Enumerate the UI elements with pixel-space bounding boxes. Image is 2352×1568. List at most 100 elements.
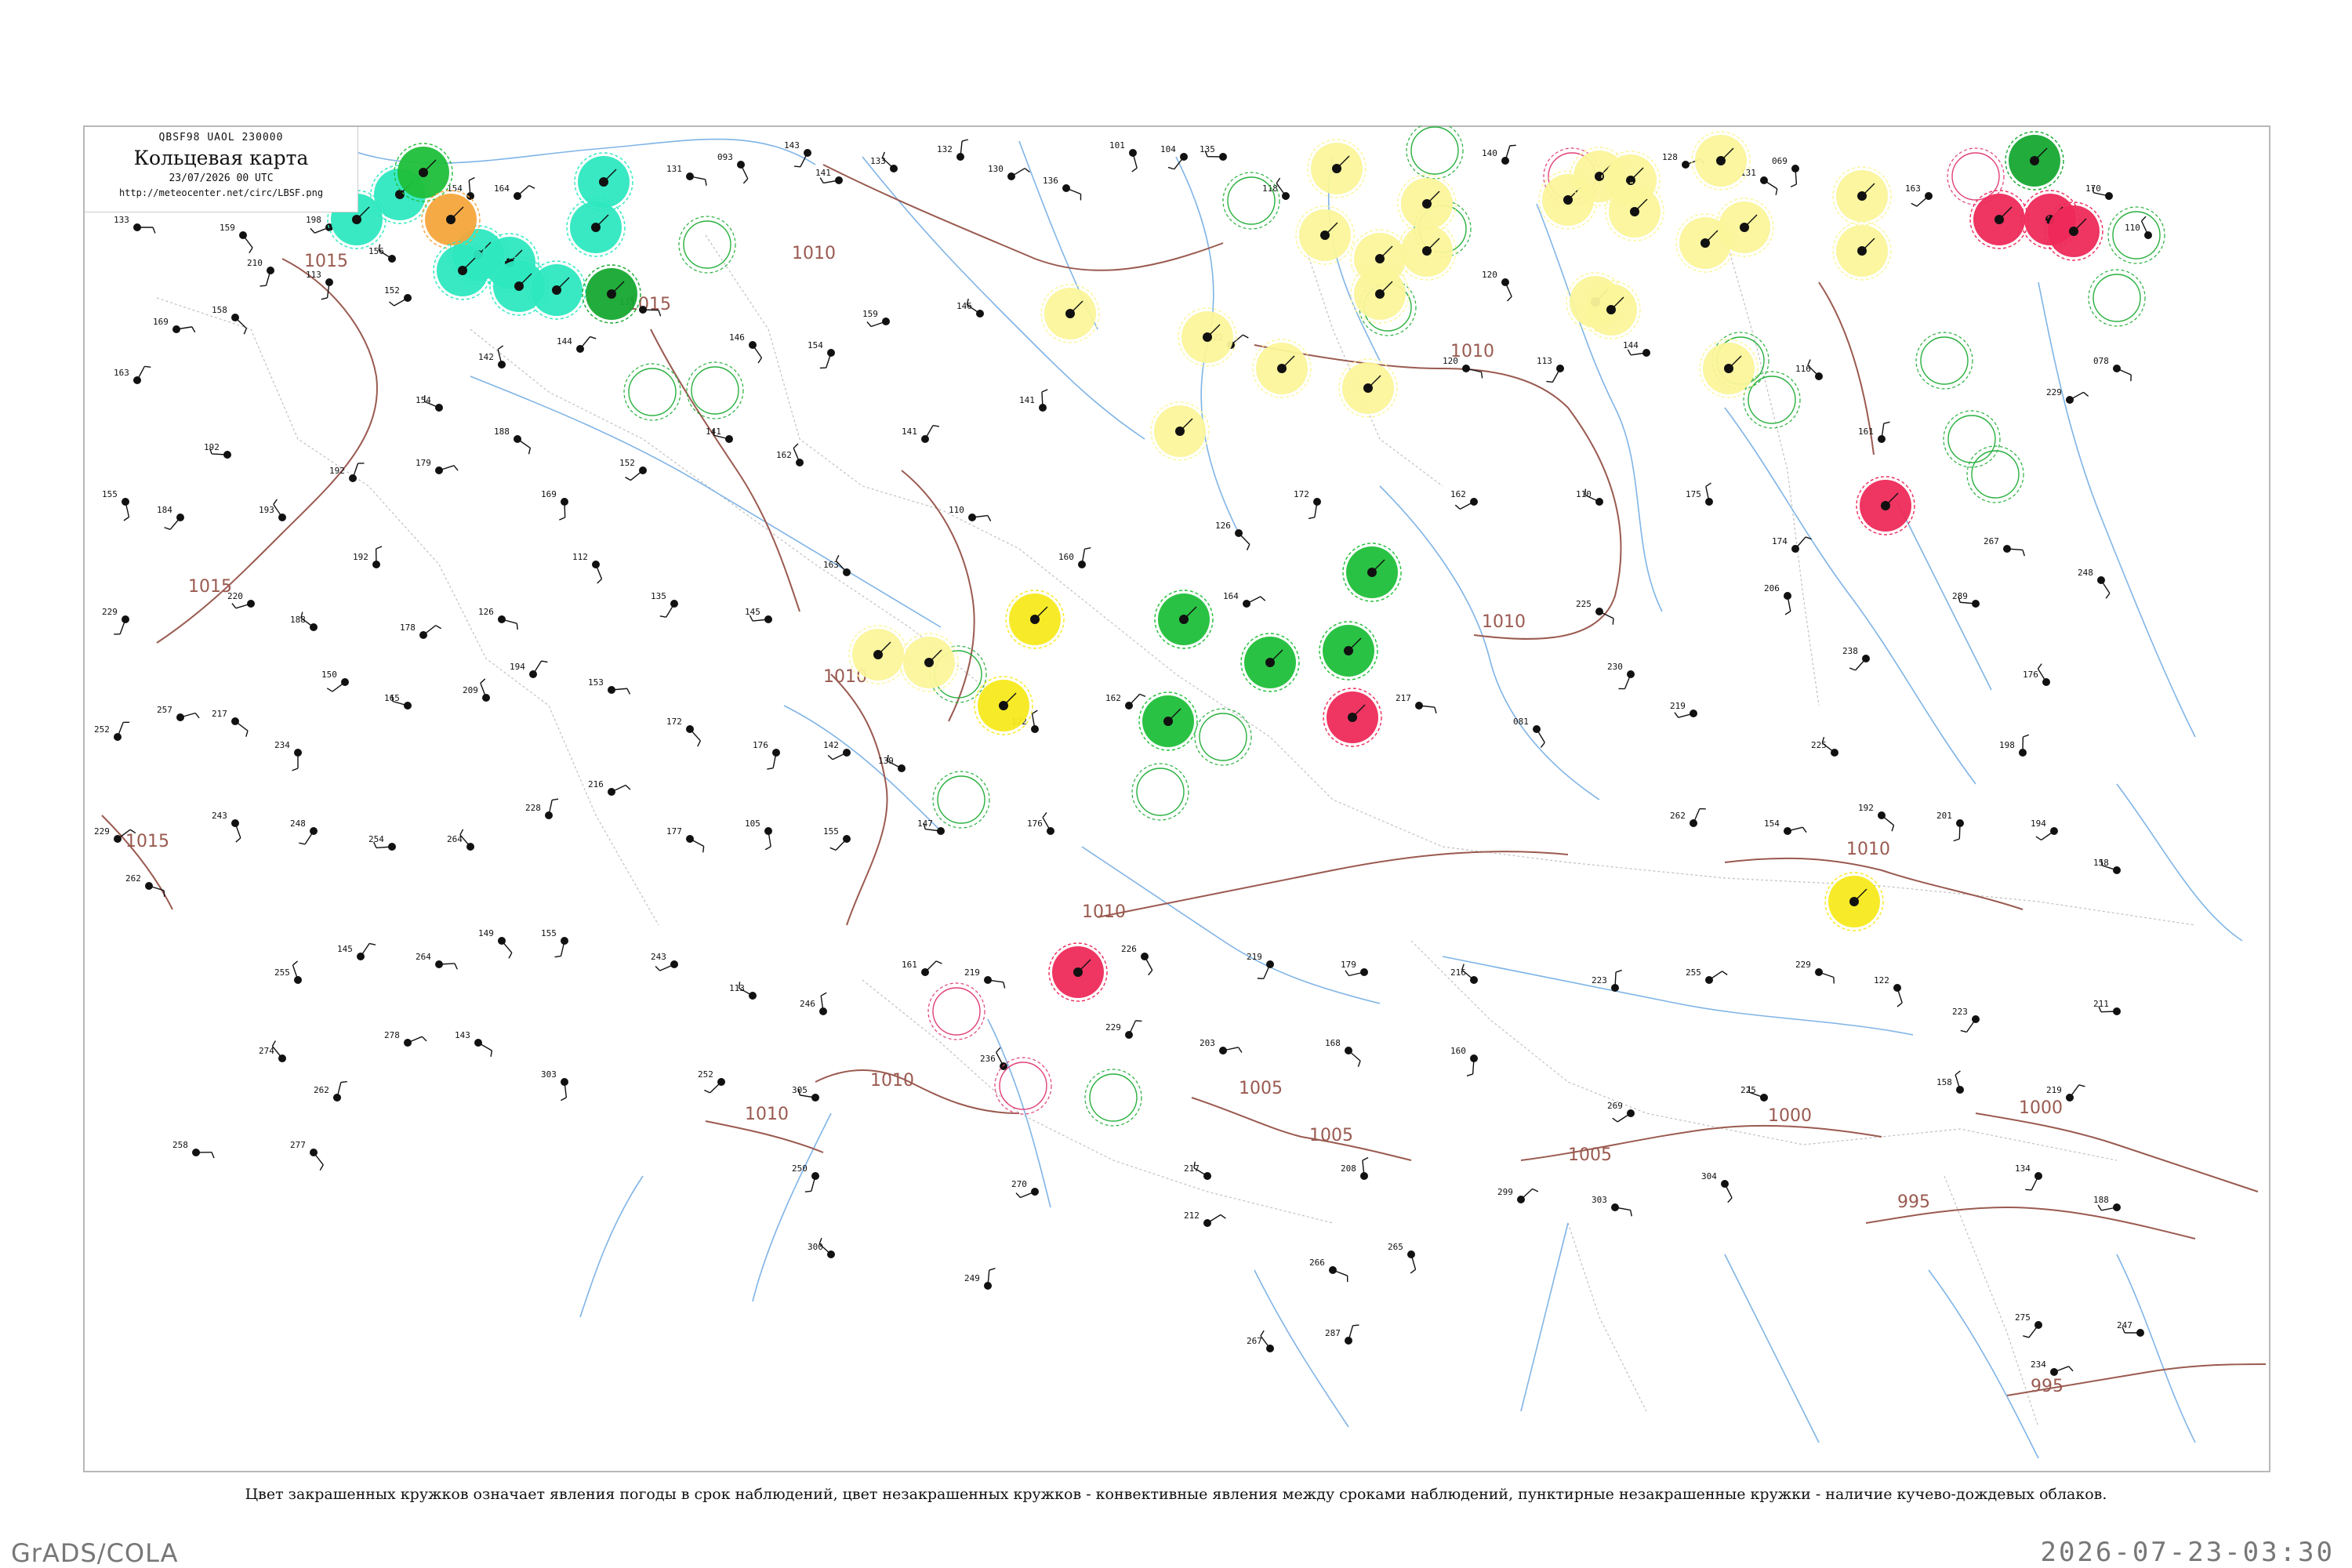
map-url[interactable]: http://meteocenter.net/circ/LBSF.png	[85, 187, 358, 198]
station-pressure: 163	[823, 560, 839, 570]
cumulonimbus-ring	[1966, 445, 2024, 503]
station: 135	[1200, 144, 1227, 161]
weather-circle	[1319, 621, 1378, 681]
wind-barb	[517, 438, 531, 449]
station: 153	[588, 677, 631, 695]
station: 210	[247, 258, 274, 287]
wind-barb-feather	[2078, 1084, 2085, 1087]
wind-barb-feather	[1775, 188, 1778, 195]
station-pressure: 135	[1200, 144, 1215, 154]
station: 078	[2093, 356, 2132, 382]
wind-barb-feather	[497, 345, 504, 350]
convective-ring	[932, 987, 981, 1036]
wind-barb-feather	[245, 730, 249, 737]
isobar-label: 1010	[1082, 902, 1126, 922]
station: 161	[1858, 421, 1890, 443]
wind-barb-feather	[326, 688, 333, 692]
weather-circle	[899, 633, 959, 692]
station-pressure: 304	[1701, 1171, 1717, 1181]
wind-barb	[2041, 830, 2055, 841]
wind-barb	[995, 1052, 1004, 1067]
station-pressure: 193	[259, 505, 274, 515]
station-pressure: 217	[212, 709, 227, 719]
station: 174	[1772, 536, 1812, 553]
station: 223	[1592, 969, 1622, 992]
station: 158	[2093, 858, 2121, 874]
convective-ring	[2092, 274, 2141, 322]
wind-barb-feather	[299, 842, 306, 845]
station: 248	[2078, 568, 2111, 599]
station-pressure: 219	[2046, 1085, 2062, 1095]
wind-barb-feather	[704, 1089, 710, 1094]
station: 194	[510, 660, 548, 678]
station: 304	[1701, 1171, 1733, 1203]
cumulonimbus-ring	[623, 363, 681, 421]
wind-barb-feather	[597, 579, 602, 584]
station-pressure: 223	[1592, 975, 1607, 985]
station-pressure: 161	[902, 960, 917, 970]
wind-barb	[579, 336, 591, 350]
wind-barb-feather	[163, 890, 165, 897]
station-pressure: 208	[1341, 1163, 1356, 1174]
station: 188	[2093, 1195, 2121, 1211]
station-pressure: 249	[964, 1273, 980, 1283]
station: 159	[220, 223, 253, 254]
wind-barb-feather	[1784, 611, 1791, 615]
station: 160	[1450, 1046, 1478, 1076]
station-pressure: 229	[94, 826, 110, 837]
weather-circle	[1338, 358, 1398, 418]
station: 131	[666, 164, 707, 186]
wind-barb-feather	[1352, 1324, 1359, 1327]
weather-circle	[582, 264, 641, 324]
station-pressure: 162	[776, 450, 792, 460]
wind-barb-feather	[989, 1268, 996, 1271]
station-pressure: 110	[949, 505, 964, 515]
station: 226	[1121, 944, 1153, 976]
wind-barb	[1144, 956, 1153, 971]
station-pressure: 201	[1936, 811, 1952, 821]
station-pressure: 277	[290, 1140, 306, 1150]
convective-ring	[1227, 176, 1276, 225]
wind-barb-feather	[1790, 183, 1797, 187]
wind-barb	[710, 1081, 722, 1094]
isobar-label: 1010	[870, 1071, 914, 1091]
station-pressure: 160	[1450, 1046, 1466, 1056]
wind-barb-feather	[123, 516, 129, 521]
station-pressure: 131	[666, 164, 682, 174]
station-pressure: 110	[1576, 489, 1592, 499]
wind-barb-feather	[559, 517, 565, 521]
station: 110	[1576, 488, 1603, 506]
station-pressure: 176	[753, 740, 768, 750]
wind-barb-feather	[480, 678, 486, 684]
station: 146	[729, 332, 763, 364]
station-pressure: 144	[1623, 340, 1639, 350]
station-pressure: 217	[1396, 693, 1411, 703]
station-pressure: 212	[1184, 1210, 1200, 1221]
station: 219	[1670, 701, 1697, 718]
station: 234	[274, 740, 302, 771]
station-pressure: 144	[557, 336, 572, 347]
wind-barb	[611, 784, 626, 793]
station-pressure: 176	[2023, 670, 2038, 680]
station-pressure: 194	[510, 662, 525, 672]
station: 145	[337, 942, 376, 960]
isobar-label: 1015	[188, 577, 232, 597]
wind-barb-feather	[793, 443, 799, 449]
weather-circle	[1252, 339, 1312, 398]
station-pressure: 156	[368, 246, 384, 256]
station-pressure: 236	[980, 1054, 996, 1064]
station-pressure: 206	[1764, 583, 1780, 593]
wind-barb	[423, 625, 437, 636]
station: 258	[172, 1140, 215, 1159]
wind-barb	[1042, 817, 1051, 832]
wind-barb-feather	[2025, 1189, 2032, 1191]
wind-barb-feather	[421, 1036, 427, 1042]
weather-circle	[433, 241, 492, 300]
weather-circle	[1138, 691, 1198, 751]
wind-barb-feather	[1131, 167, 1138, 172]
wind-barb-feather	[376, 546, 383, 550]
cumulonimbus-ring	[1743, 371, 1801, 429]
wind-barb-feather	[2097, 1204, 2102, 1211]
station-pressure: 299	[1497, 1187, 1513, 1197]
station: 179	[1341, 960, 1368, 977]
